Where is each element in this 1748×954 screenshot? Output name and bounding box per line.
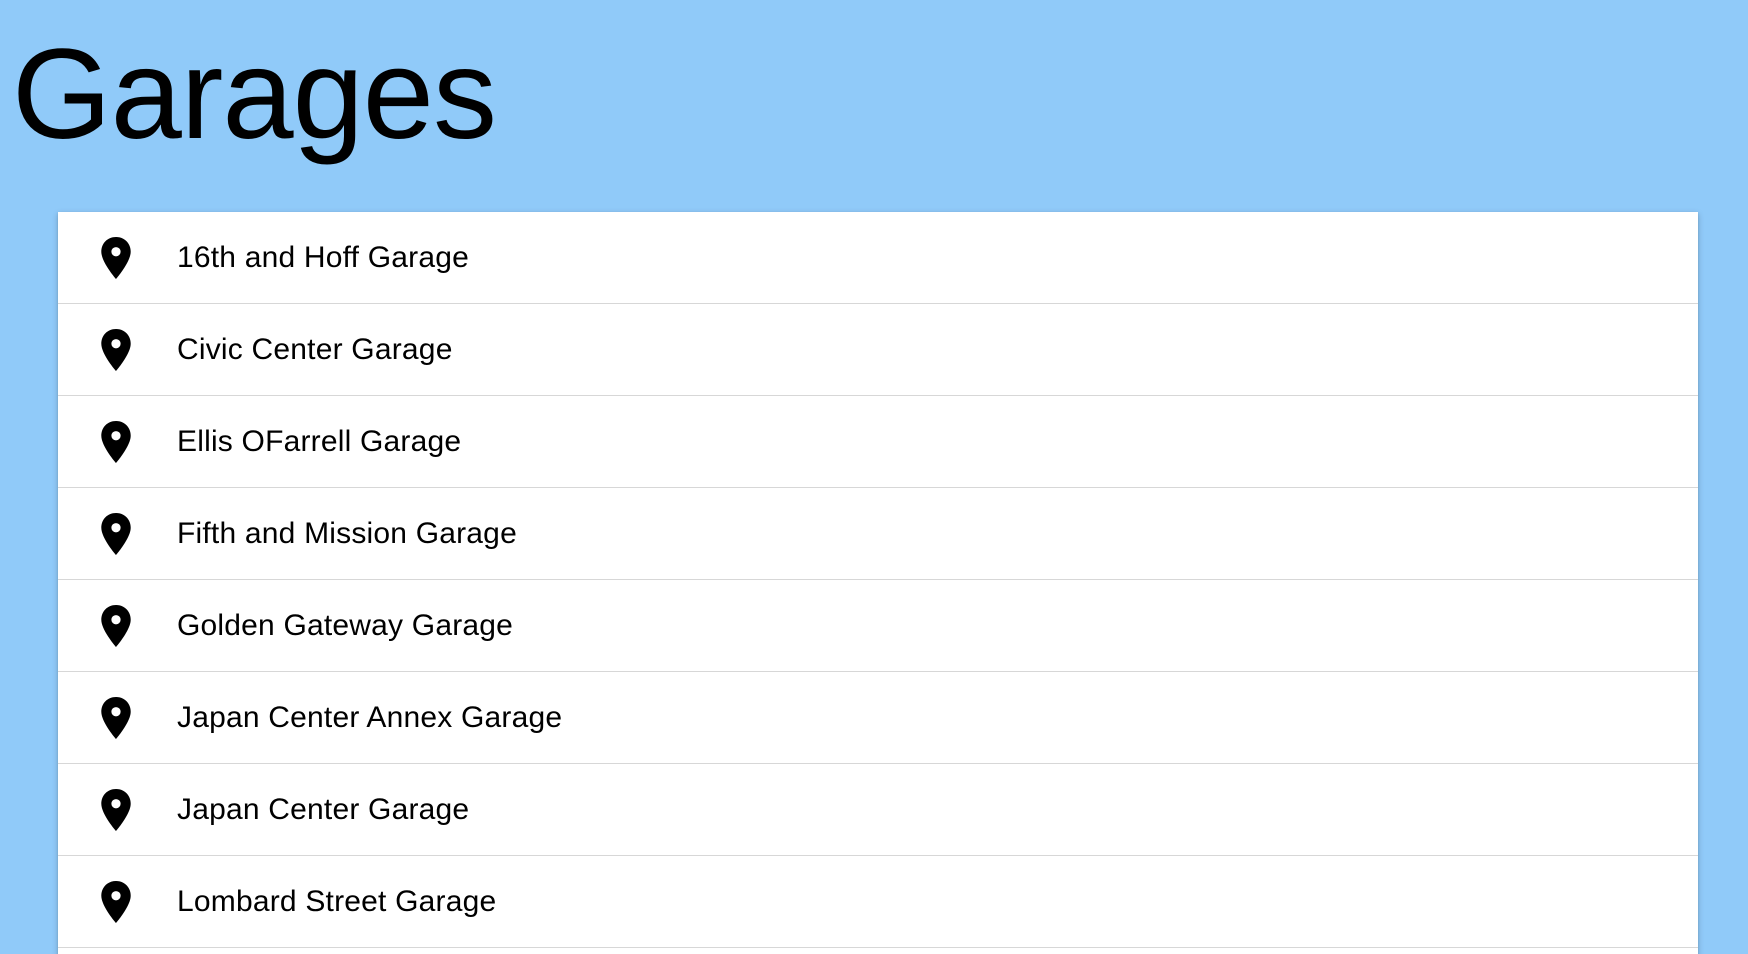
app-root: Garages 16th and Hoff Garage Civic Cente…	[0, 0, 1748, 954]
location-pin-icon	[99, 788, 133, 831]
garage-name: Fifth and Mission Garage	[177, 516, 517, 550]
garage-name: Ellis OFarrell Garage	[177, 424, 462, 458]
list-item[interactable]: 16th and Hoff Garage	[58, 212, 1698, 304]
list-item[interactable]: Golden Gateway Garage	[58, 580, 1698, 672]
location-pin-icon	[99, 880, 133, 923]
location-pin-icon	[99, 512, 133, 555]
garage-name: Golden Gateway Garage	[177, 608, 514, 642]
location-pin-icon	[99, 420, 133, 463]
garage-name: 16th and Hoff Garage	[177, 240, 469, 274]
list-item[interactable]: Ellis OFarrell Garage	[58, 396, 1698, 488]
garage-name: Japan Center Annex Garage	[177, 700, 563, 734]
location-pin-icon	[99, 604, 133, 647]
garage-list-card: 16th and Hoff Garage Civic Center Garage…	[58, 212, 1698, 954]
garage-name: Civic Center Garage	[177, 332, 453, 366]
page-title: Garages	[12, 23, 497, 166]
list-item[interactable]: Lombard Street Garage	[58, 856, 1698, 948]
location-pin-icon	[99, 328, 133, 371]
list-item[interactable]: Japan Center Garage	[58, 764, 1698, 856]
location-pin-icon	[99, 696, 133, 739]
garage-list: 16th and Hoff Garage Civic Center Garage…	[58, 212, 1698, 948]
garage-name: Lombard Street Garage	[177, 884, 497, 918]
list-item[interactable]: Fifth and Mission Garage	[58, 488, 1698, 580]
list-item[interactable]: Japan Center Annex Garage	[58, 672, 1698, 764]
garage-name: Japan Center Garage	[177, 792, 470, 826]
list-item[interactable]: Civic Center Garage	[58, 304, 1698, 396]
location-pin-icon	[99, 236, 133, 279]
